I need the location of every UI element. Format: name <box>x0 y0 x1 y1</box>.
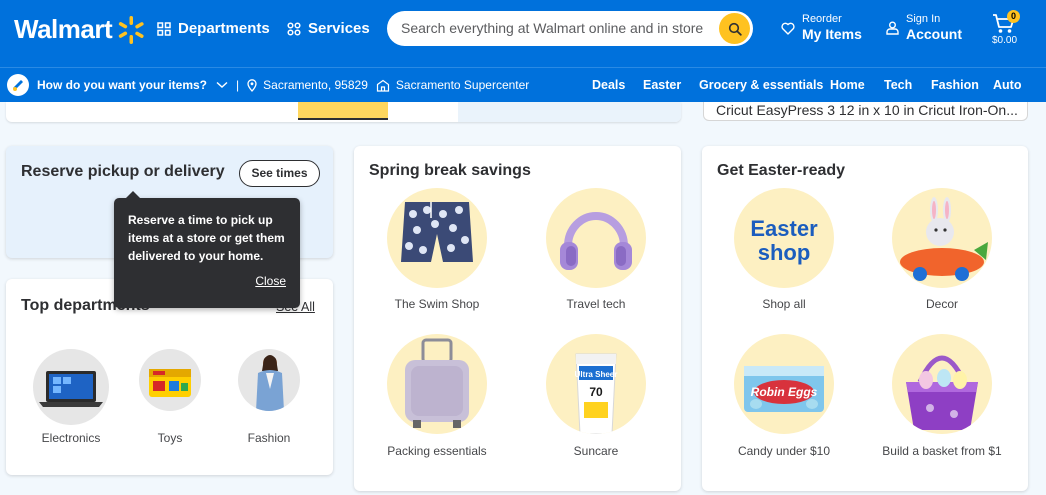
promo-image <box>298 102 388 120</box>
cart-count-badge: 0 <box>1007 10 1020 23</box>
dept-label-toys[interactable]: Toys <box>139 431 201 445</box>
svg-text:Robin Eggs: Robin Eggs <box>751 385 818 399</box>
chevron-down-icon <box>216 81 228 88</box>
reorder-button[interactable]: Reorder My Items <box>781 13 862 43</box>
nav-link-home[interactable]: Home <box>830 78 865 92</box>
easter-basket-image[interactable] <box>892 334 992 434</box>
product-item-link[interactable]: Cricut EasyPress 3 12 in x 10 in Cricut … <box>703 102 1028 121</box>
services-button[interactable]: Services <box>287 20 370 37</box>
tooltip-text: Reserve a time to pick up items at a sto… <box>128 213 285 263</box>
item-label-basket[interactable]: Build a basket from $1 <box>882 444 1002 458</box>
item-label-shop-all[interactable]: Shop all <box>734 297 834 311</box>
fulfillment-question: How do you want your items? <box>37 78 208 92</box>
item-label-packing[interactable]: Packing essentials <box>377 444 497 458</box>
easter-candy-image[interactable]: Robin Eggs <box>734 334 834 434</box>
account-button[interactable]: Sign In Account <box>886 13 962 43</box>
spark-icon <box>118 15 144 44</box>
search-icon <box>728 22 742 36</box>
header-bar: Walmart Departments Services Reorder <box>0 0 1046 67</box>
easter-card: Get Easter-ready Easter shop Shop all Dec… <box>702 146 1028 491</box>
top-departments-card: Top departments See All Electronics Toys… <box>6 279 333 475</box>
grid-icon <box>157 21 171 36</box>
easter-title: Get Easter-ready <box>717 162 846 179</box>
departments-button[interactable]: Departments <box>157 20 270 37</box>
packing-essentials-image[interactable] <box>387 334 487 434</box>
see-times-button[interactable]: See times <box>239 160 320 187</box>
item-label-candy[interactable]: Candy under $10 <box>724 444 844 458</box>
logo-text: Walmart <box>14 14 113 44</box>
location-text: Sacramento, 95829 <box>263 78 368 92</box>
dept-label-fashion[interactable]: Fashion <box>238 431 300 445</box>
departments-label: Departments <box>178 20 270 37</box>
search-button[interactable] <box>719 13 750 44</box>
fulfillment-selector[interactable]: How do you want your items? | Sacramento… <box>37 78 529 92</box>
tooltip-close-link[interactable]: Close <box>255 274 286 288</box>
promo-image-bg <box>458 102 681 122</box>
fulfillment-icon <box>7 74 29 96</box>
store-icon <box>376 79 389 92</box>
heart-icon <box>781 22 795 35</box>
nav-link-fashion[interactable]: Fashion <box>931 78 979 92</box>
suncare-image[interactable]: Ultra Sheer 70 <box>546 334 646 434</box>
svg-text:Ultra Sheer: Ultra Sheer <box>575 370 618 379</box>
spring-break-card: Spring break savings The Swim Shop Trave… <box>354 146 681 491</box>
easter-decor-image[interactable] <box>892 188 992 288</box>
services-label: Services <box>308 20 370 37</box>
item-label-swim-shop[interactable]: The Swim Shop <box>387 297 487 311</box>
promo-strip <box>6 102 681 122</box>
item-label-suncare[interactable]: Suncare <box>546 444 646 458</box>
nav-link-tech[interactable]: Tech <box>884 78 912 92</box>
nav-link-grocery[interactable]: Grocery & essentials <box>699 78 823 92</box>
svg-text:shop: shop <box>758 240 811 265</box>
reorder-small-label: Reorder <box>802 13 842 25</box>
reorder-big-label: My Items <box>802 26 862 42</box>
signin-big-label: Account <box>906 26 962 42</box>
spring-break-title: Spring break savings <box>369 162 531 179</box>
easter-shop-all-image[interactable]: Easter shop <box>734 188 834 288</box>
store-text: Sacramento Supercenter <box>395 78 530 92</box>
cart-total: $0.00 <box>992 35 1018 46</box>
electronics-image[interactable] <box>33 349 109 425</box>
toys-image[interactable] <box>139 349 201 411</box>
fulfillment-bar: How do you want your items? | Sacramento… <box>0 67 1046 102</box>
reserve-tooltip: Reserve a time to pick up items at a sto… <box>114 191 300 308</box>
walmart-logo[interactable]: Walmart <box>14 14 146 45</box>
item-label-travel-tech[interactable]: Travel tech <box>546 297 646 311</box>
svg-text:70: 70 <box>589 385 603 399</box>
location-pin-icon <box>247 78 257 92</box>
svg-text:Easter: Easter <box>750 216 818 241</box>
travel-tech-image[interactable] <box>546 188 646 288</box>
nav-link-auto[interactable]: Auto <box>993 78 1021 92</box>
separator: | <box>236 78 240 92</box>
search-input[interactable] <box>401 20 711 36</box>
search-bar <box>387 11 753 46</box>
user-icon <box>886 21 899 35</box>
cart-button[interactable]: 0 $0.00 <box>990 10 1030 50</box>
nav-link-easter[interactable]: Easter <box>643 78 681 92</box>
fashion-image[interactable] <box>238 349 300 411</box>
item-label-decor[interactable]: Decor <box>892 297 992 311</box>
reserve-title: Reserve pickup or delivery <box>21 163 225 180</box>
nav-link-deals[interactable]: Deals <box>592 78 625 92</box>
swim-shop-image[interactable] <box>387 188 487 288</box>
dept-label-electronics[interactable]: Electronics <box>33 431 109 445</box>
services-icon <box>287 21 301 36</box>
signin-small-label: Sign In <box>906 13 941 25</box>
